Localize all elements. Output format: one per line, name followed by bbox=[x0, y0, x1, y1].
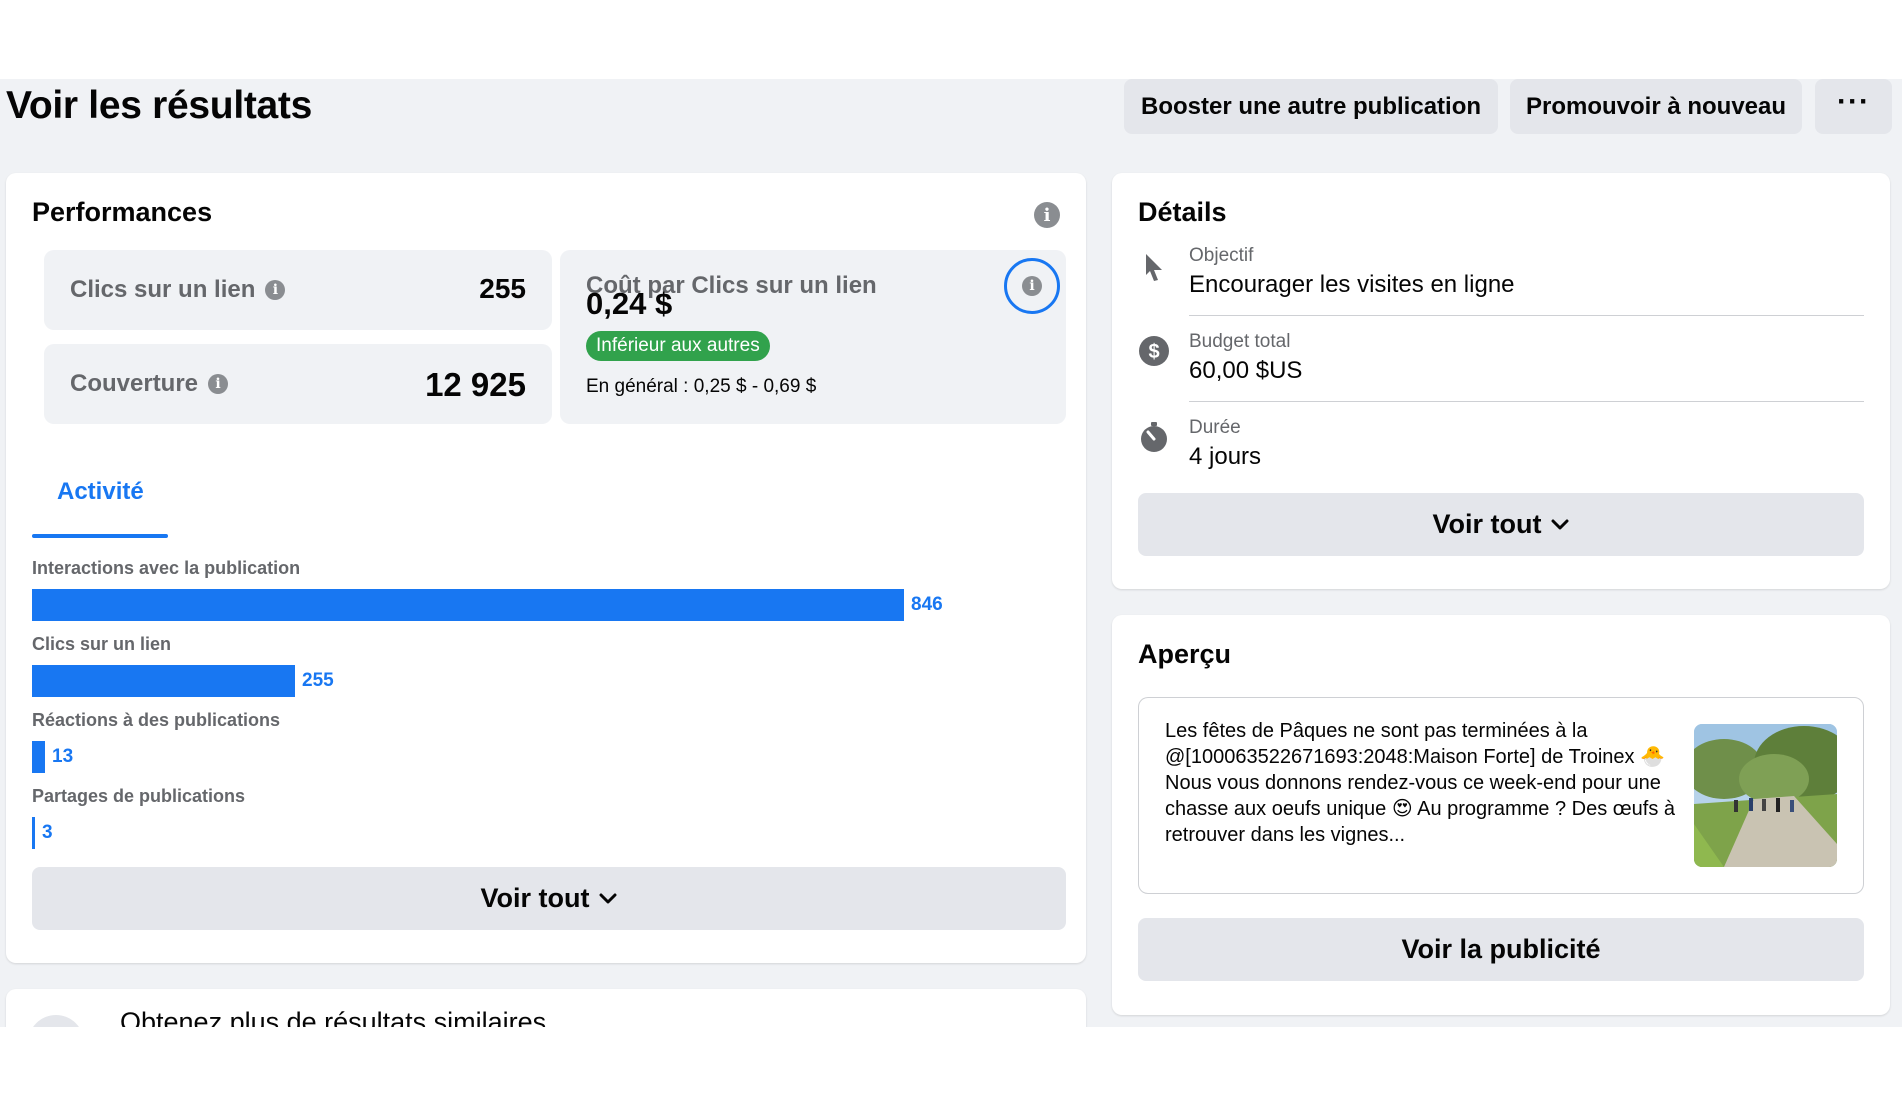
detail-row-duration: Durée 4 jours bbox=[1138, 417, 1864, 477]
post-preview[interactable]: Les fêtes de Pâques ne sont pas terminée… bbox=[1138, 697, 1864, 894]
reach-metric[interactable]: Couverture i 12 925 bbox=[44, 344, 552, 424]
activity-bar-value: 255 bbox=[302, 670, 334, 691]
cost-per-click-value: 0,24 $ bbox=[586, 286, 673, 321]
activity-bar-label: Clics sur un lien bbox=[32, 634, 172, 654]
activity-bar bbox=[32, 589, 904, 621]
post-thumbnail bbox=[1694, 724, 1837, 867]
preview-title: Aperçu bbox=[1138, 639, 1232, 669]
see-all-performance-button[interactable]: Voir tout bbox=[32, 867, 1066, 930]
activity-bar-value: 13 bbox=[52, 746, 74, 767]
detail-value: 60,00 $US bbox=[1189, 357, 1303, 384]
info-icon[interactable]: i bbox=[1022, 276, 1042, 296]
activity-bar-value: 3 bbox=[42, 822, 53, 843]
page-title: Voir les résultats bbox=[6, 84, 313, 127]
comparison-badge: Inférieur aux autres bbox=[586, 331, 770, 361]
see-all-label: Voir tout bbox=[1432, 509, 1542, 539]
reach-value: 12 925 bbox=[425, 366, 526, 403]
performance-card: Performances i Clics sur un lien i 255 C… bbox=[6, 173, 1086, 963]
view-ad-button[interactable]: Voir la publicité bbox=[1138, 918, 1864, 981]
chevron-down-icon bbox=[1551, 519, 1569, 529]
activity-bar-label: Réactions à des publications bbox=[32, 710, 281, 730]
divider bbox=[1189, 315, 1864, 316]
divider bbox=[1189, 401, 1864, 402]
detail-row-objective: Objectif Encourager les visites en ligne bbox=[1138, 245, 1864, 321]
detail-label: Durée bbox=[1189, 417, 1241, 438]
detail-value: Encourager les visites en ligne bbox=[1189, 271, 1515, 298]
detail-value: 4 jours bbox=[1189, 443, 1262, 470]
link-clicks-label: Clics sur un lien bbox=[70, 276, 256, 303]
info-focus-ring[interactable]: i bbox=[1004, 258, 1060, 314]
info-icon[interactable]: i bbox=[208, 374, 229, 394]
activity-bar-value: 846 bbox=[911, 594, 943, 615]
chevron-down-icon bbox=[599, 893, 617, 903]
cost-per-click-metric[interactable]: Coût par Clics sur un lien 0,24 $ Inféri… bbox=[560, 250, 1066, 424]
active-tab-indicator bbox=[32, 534, 168, 538]
link-clicks-value: 255 bbox=[479, 273, 526, 304]
post-text: Les fêtes de Pâques ne sont pas terminée… bbox=[1165, 720, 1675, 846]
details-title: Détails bbox=[1138, 197, 1227, 227]
bottom-band bbox=[0, 1027, 1902, 1106]
detail-label: Objectif bbox=[1189, 245, 1254, 266]
link-clicks-metric[interactable]: Clics sur un lien i 255 bbox=[44, 250, 552, 330]
see-all-details-button[interactable]: Voir tout bbox=[1138, 493, 1864, 556]
more-options-button[interactable]: ··· bbox=[1815, 79, 1892, 134]
activity-bar bbox=[32, 665, 295, 697]
boost-other-post-button[interactable]: Booster une autre publication bbox=[1124, 79, 1498, 134]
reach-label: Couverture bbox=[70, 370, 199, 397]
preview-card: Aperçu Les fêtes de Pâques ne sont pas t… bbox=[1112, 615, 1890, 1015]
detail-row-budget: $ Budget total 60,00 $US bbox=[1138, 331, 1864, 407]
activity-bar-label: Partages de publications bbox=[32, 786, 246, 806]
activity-bar-label: Interactions avec la publication bbox=[32, 558, 301, 578]
detail-label: Budget total bbox=[1189, 331, 1291, 352]
vineyard-photo-icon bbox=[1694, 724, 1837, 867]
promote-again-button[interactable]: Promouvoir à nouveau bbox=[1510, 79, 1802, 134]
tab-activity[interactable]: Activité bbox=[57, 478, 144, 506]
dollar-icon: $ bbox=[1139, 336, 1169, 366]
info-icon[interactable]: i bbox=[265, 280, 286, 300]
details-card: Détails Objectif Encourager les visites … bbox=[1112, 173, 1890, 589]
cursor-icon bbox=[1146, 254, 1162, 281]
activity-bar bbox=[32, 817, 35, 849]
performance-title: Performances bbox=[32, 197, 213, 227]
svg-text:$: $ bbox=[1148, 341, 1159, 363]
activity-bar bbox=[32, 741, 45, 773]
info-icon[interactable]: i bbox=[1034, 202, 1060, 228]
see-all-label: Voir tout bbox=[480, 883, 590, 913]
cost-range-text: En général : 0,25 $ - 0,69 $ bbox=[586, 376, 817, 397]
stopwatch-icon bbox=[1141, 422, 1167, 452]
